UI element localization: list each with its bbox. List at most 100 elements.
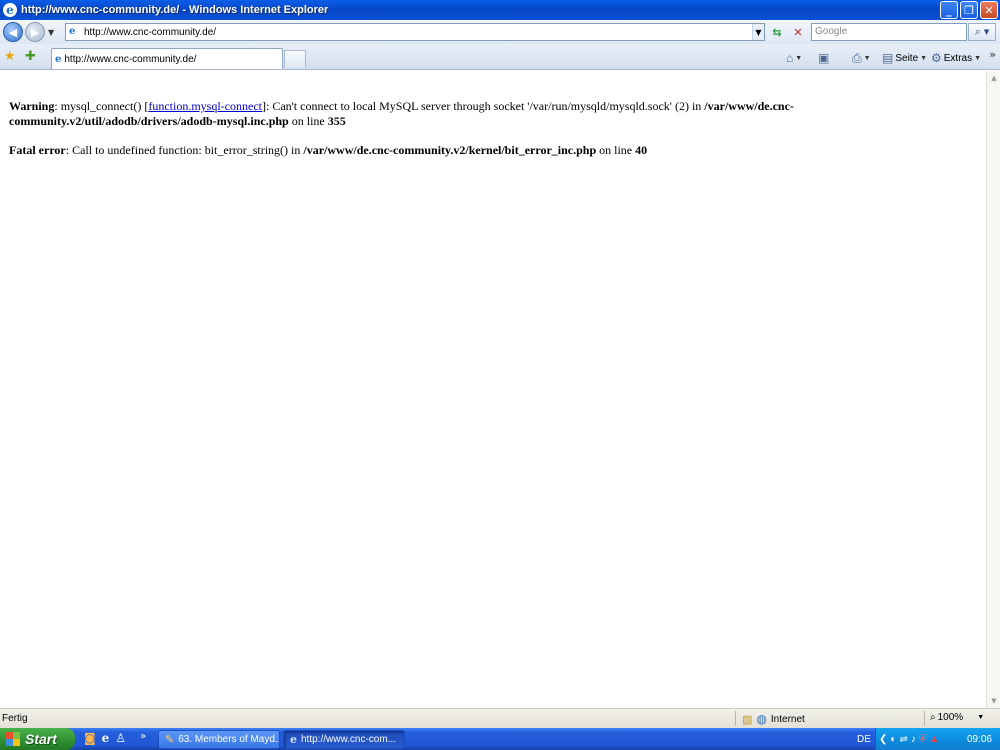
tray-app-icon[interactable]: ◐ (890, 734, 896, 745)
address-dropdown-button[interactable]: ▼ (752, 24, 764, 40)
start-button[interactable]: Start (0, 728, 75, 750)
fatal-error-line-number: 40 (635, 143, 648, 157)
ie-icon: e (290, 733, 297, 746)
globe-icon: ◍ (756, 712, 767, 726)
gear-icon: ⚙ (931, 51, 942, 65)
fatal-error-file-path: /var/www/de.cnc-community.v2/kernel/bit_… (303, 143, 597, 157)
minimize-button[interactable]: _ (940, 1, 958, 19)
security-zone[interactable]: ▨ ◍ Internet (742, 712, 805, 726)
language-indicator[interactable]: DE (857, 734, 871, 745)
back-button[interactable]: ◀ (3, 22, 23, 42)
taskbar-item-label: 63. Members of Mayd... (178, 734, 280, 745)
restore-button[interactable]: ❐ (960, 1, 978, 19)
stop-icon: ✕ (793, 25, 803, 39)
chevron-down-icon: ▼ (974, 54, 982, 62)
chevron-down-icon: ▼ (795, 54, 803, 62)
chevron-down-icon: ▼ (863, 54, 871, 62)
messenger-icon[interactable]: ♙ (115, 731, 126, 745)
close-icon: ✕ (984, 3, 994, 17)
tools-menu-button[interactable]: ⚙ Extras ▼ (931, 50, 981, 66)
print-button[interactable]: ⎙ ▼ (852, 50, 871, 66)
windows-logo-icon (6, 732, 20, 746)
function-mysql-connect-link[interactable]: function.mysql-connect (148, 99, 262, 113)
title-bar: e http://www.cnc-community.de/ - Windows… (0, 0, 1000, 20)
outlook-icon[interactable]: ◙ (84, 731, 96, 745)
search-options-icon: ▼ (983, 28, 990, 36)
zone-label: Internet (770, 713, 805, 725)
start-label: Start (25, 731, 57, 747)
zoom-control[interactable]: ⌕ 100% ▼ (930, 712, 984, 723)
taskbar-item-members[interactable]: ✎ 63. Members of Mayd... (158, 730, 280, 749)
chevron-down-icon: ▼ (977, 714, 985, 721)
search-input[interactable]: Google (811, 23, 967, 41)
system-tray: ❮ ◐ ⇌ ♪ ⛨ ▲ 09:06 (875, 728, 1000, 750)
page-menu-button[interactable]: ▤ Seite ▼ (882, 50, 927, 66)
home-icon: ⌂ (786, 51, 794, 65)
recent-pages-dropdown[interactable]: ▼ (48, 28, 58, 37)
ie-logo-icon: e (3, 3, 17, 17)
address-bar[interactable]: e http://www.cnc-community.de/ ▼ (65, 23, 765, 41)
fatal-error-label: Fatal error (9, 143, 66, 157)
antivirus-icon[interactable]: ▲ (929, 734, 939, 745)
minimize-icon: _ (946, 3, 952, 17)
clock[interactable]: 09:06 (967, 734, 992, 745)
protected-mode-icon: ▨ (742, 713, 753, 726)
zoom-level: 100% (937, 712, 964, 723)
home-button[interactable]: ⌂ ▼ (786, 50, 802, 66)
feeds-button[interactable]: ▣ (818, 50, 829, 66)
network-icon[interactable]: ⇌ (899, 734, 907, 745)
taskbar-item-ie[interactable]: e http://www.cnc-com... (283, 730, 405, 749)
search-icon: ⌕ (974, 25, 981, 38)
scroll-down-icon[interactable]: ▼ (988, 695, 1000, 707)
status-divider (735, 711, 736, 726)
window-controls: _ ❐ ✕ (940, 1, 998, 19)
warning-text: : mysql_connect() [ (54, 99, 149, 113)
search-button[interactable]: ⌕ ▼ (968, 23, 996, 41)
tab-label: http://www.cnc-community.de/ (64, 53, 197, 65)
new-tab-button[interactable] (284, 50, 306, 68)
fatal-error-message: Fatal error: Call to undefined function:… (9, 143, 977, 158)
status-text: Fertig (2, 713, 28, 724)
tools-menu-label: Extras (943, 52, 973, 64)
app-icon: ✎ (165, 734, 175, 746)
add-favorite-icon[interactable]: ✚ (25, 49, 36, 64)
warning-line-number: 355 (327, 114, 346, 128)
printer-icon: ⎙ (852, 50, 862, 65)
taskbar-item-label: http://www.cnc-com... (301, 734, 397, 745)
quick-launch: ◙ e ♙ » (84, 731, 146, 745)
navigation-bar: ◀ ▶ ▼ e http://www.cnc-community.de/ ▼ ⇆… (0, 20, 1000, 44)
forward-arrow-icon: ▶ (30, 25, 40, 39)
scroll-up-icon[interactable]: ▲ (988, 72, 1000, 84)
security-shield-icon[interactable]: ⛨ (919, 734, 927, 745)
status-bar: Fertig ▨ ◍ Internet ⌕ 100% ▼ (0, 708, 1000, 728)
warning-text: on line (288, 114, 328, 128)
volume-icon[interactable]: ♪ (911, 734, 916, 745)
stop-button[interactable]: ✕ (789, 24, 807, 40)
rss-feed-icon: ▣ (818, 51, 830, 65)
tray-expand-icon[interactable]: ❮ (879, 734, 887, 745)
refresh-icon: ⇆ (772, 25, 782, 39)
warning-message: Warning: mysql_connect() [function.mysql… (9, 99, 977, 129)
tab-bar: ★ ✚ e http://www.cnc-community.de/ ⌂ ▼ ▣ … (0, 44, 1000, 70)
warning-label: Warning (9, 99, 55, 113)
status-divider (924, 711, 925, 726)
chevron-down-icon: ▼ (920, 54, 928, 62)
refresh-button[interactable]: ⇆ (768, 24, 786, 40)
ie-icon[interactable]: e (102, 731, 110, 745)
page-icon: e (69, 26, 76, 37)
restore-icon: ❐ (964, 3, 974, 17)
page-icon: e (55, 53, 62, 65)
magnifier-icon: ⌕ (930, 712, 936, 723)
page-menu-label: Seite (895, 52, 919, 64)
warning-text: ]: Can't connect to local MySQL server t… (261, 99, 705, 113)
close-button[interactable]: ✕ (980, 1, 998, 19)
tab-cnc-community[interactable]: e http://www.cnc-community.de/ (51, 48, 283, 69)
fatal-error-text: : Call to undefined function: bit_error_… (65, 143, 304, 157)
vertical-scrollbar[interactable]: ▲ ▼ (986, 71, 1000, 708)
forward-button[interactable]: ▶ (25, 22, 45, 42)
page-content: Warning: mysql_connect() [function.mysql… (0, 71, 986, 708)
more-commands-chevron-icon[interactable]: » (989, 48, 996, 61)
favorites-star-icon[interactable]: ★ (4, 49, 16, 64)
quick-launch-more-icon[interactable]: » (140, 731, 146, 745)
address-input[interactable]: http://www.cnc-community.de/ (84, 27, 752, 38)
